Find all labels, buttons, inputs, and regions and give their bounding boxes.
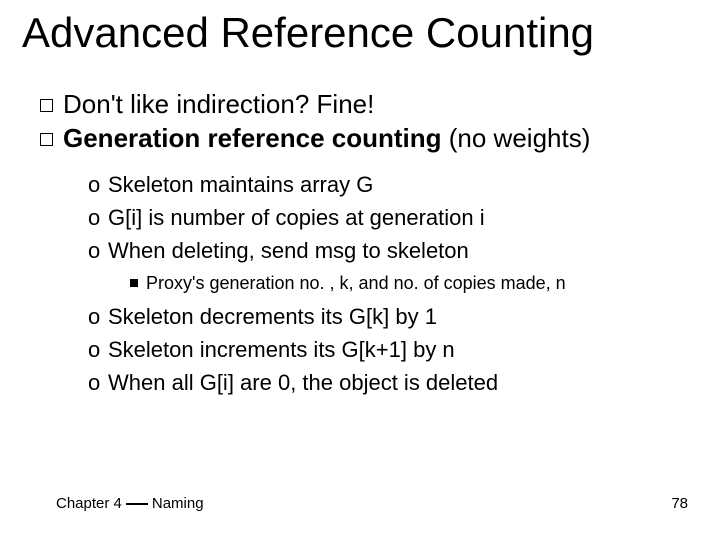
sub-item-5: oSkeleton increments its G[k+1] by n: [88, 333, 498, 366]
sub-item-5-text: Skeleton increments its G[k+1] by n: [108, 337, 455, 362]
footer-chapter: Chapter 4 Naming: [56, 495, 204, 512]
sub-item-3: oWhen deleting, send msg to skeleton: [88, 234, 485, 267]
bullet-2-bold: Generation reference counting: [63, 123, 442, 153]
sub-item-1-text: Skeleton maintains array G: [108, 172, 373, 197]
circle-marker: o: [88, 333, 108, 366]
emdash-icon: [126, 503, 148, 505]
circle-marker: o: [88, 366, 108, 399]
sub-item-1: oSkeleton maintains array G: [88, 168, 485, 201]
sub-item-2: oG[i] is number of copies at generation …: [88, 201, 485, 234]
square-bullet-icon: [40, 99, 53, 112]
sub-item-6-text: When all G[i] are 0, the object is delet…: [108, 370, 498, 395]
slide-title: Advanced Reference Counting: [22, 10, 594, 56]
bullet-2-rest: (no weights): [442, 123, 591, 153]
sub-item-4-text: Skeleton decrements its G[k] by 1: [108, 304, 437, 329]
sub-list-b: oSkeleton decrements its G[k] by 1 oSkel…: [88, 300, 498, 399]
footer-chapter-name: Naming: [152, 495, 204, 512]
bullet-1-text: Don't like indirection? Fine!: [63, 89, 374, 119]
square-bullet-icon: [40, 133, 53, 146]
footer-page-number: 78: [671, 495, 688, 512]
subsub-item: Proxy's generation no. , k, and no. of c…: [130, 273, 566, 295]
sub-item-2-text: G[i] is number of copies at generation i: [108, 205, 485, 230]
sub-item-4: oSkeleton decrements its G[k] by 1: [88, 300, 498, 333]
sub-item-6: oWhen all G[i] are 0, the object is dele…: [88, 366, 498, 399]
bullet-1: Don't like indirection? Fine!: [40, 90, 374, 120]
circle-marker: o: [88, 168, 108, 201]
circle-marker: o: [88, 201, 108, 234]
bullet-2: Generation reference counting (no weight…: [40, 124, 590, 154]
filled-square-icon: [130, 279, 138, 287]
footer-chapter-num: Chapter 4: [56, 495, 122, 512]
circle-marker: o: [88, 234, 108, 267]
sub-list-a: oSkeleton maintains array G oG[i] is num…: [88, 168, 485, 267]
circle-marker: o: [88, 300, 108, 333]
sub-item-3-text: When deleting, send msg to skeleton: [108, 238, 469, 263]
slide: Advanced Reference Counting Don't like i…: [0, 0, 720, 540]
subsub-text: Proxy's generation no. , k, and no. of c…: [146, 273, 566, 293]
